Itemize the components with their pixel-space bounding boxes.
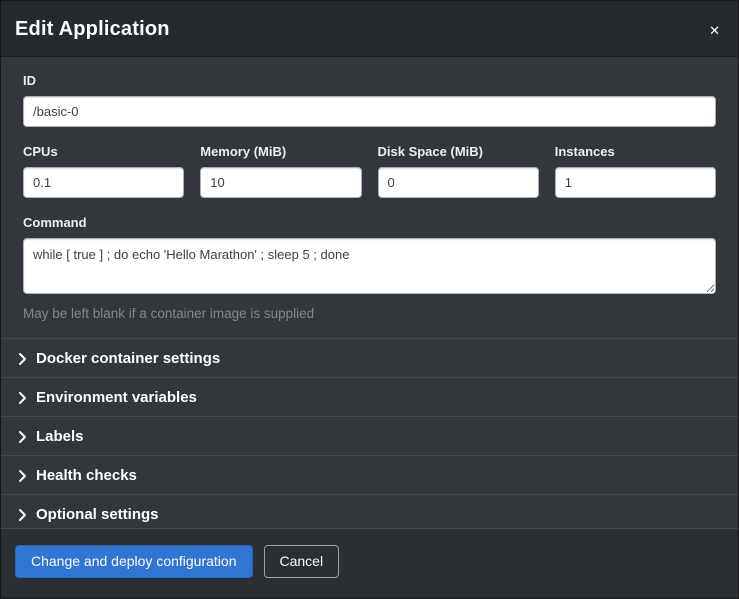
section-label: Labels [36,428,84,445]
application-form: ID CPUs Memory (MiB) Disk Space (MiB) [1,57,738,325]
id-label: ID [23,73,716,88]
command-textarea[interactable]: while [ true ] ; do echo 'Hello Marathon… [23,238,716,294]
chevron-right-icon [18,430,27,444]
section-docker-container-settings[interactable]: Docker container settings [1,338,738,377]
id-field-group: ID [23,73,716,127]
command-label: Command [23,215,716,230]
collapsible-sections: Docker container settings Environment va… [1,338,738,528]
section-label: Docker container settings [36,350,220,367]
chevron-right-icon [18,352,27,366]
section-health-checks[interactable]: Health checks [1,455,738,494]
resources-row: CPUs Memory (MiB) Disk Space (MiB) Insta… [23,144,716,198]
disk-space-input[interactable] [378,167,539,198]
chevron-right-icon [18,391,27,405]
instances-label: Instances [555,144,716,159]
edit-application-modal: Edit Application ✕ ID CPUs Memory (MiB) [0,0,739,599]
chevron-right-icon [18,469,27,483]
modal-header: Edit Application ✕ [1,1,738,57]
section-optional-settings[interactable]: Optional settings [1,494,738,528]
section-label: Environment variables [36,389,197,406]
change-and-deploy-button[interactable]: Change and deploy configuration [15,545,253,578]
disk-space-field-group: Disk Space (MiB) [378,144,539,198]
cpus-field-group: CPUs [23,144,184,198]
close-icon[interactable]: ✕ [707,20,722,41]
cancel-button[interactable]: Cancel [264,545,340,578]
modal-footer: Change and deploy configuration Cancel [1,528,738,598]
section-label: Optional settings [36,506,159,523]
instances-field-group: Instances [555,144,716,198]
chevron-right-icon [18,508,27,522]
memory-input[interactable] [200,167,361,198]
id-input[interactable] [23,96,716,127]
section-labels[interactable]: Labels [1,416,738,455]
section-label: Health checks [36,467,137,484]
page-title: Edit Application [15,18,170,41]
instances-input[interactable] [555,167,716,198]
section-environment-variables[interactable]: Environment variables [1,377,738,416]
cpus-input[interactable] [23,167,184,198]
memory-field-group: Memory (MiB) [200,144,361,198]
cpus-label: CPUs [23,144,184,159]
command-field-group: Command while [ true ] ; do echo 'Hello … [23,215,716,321]
memory-label: Memory (MiB) [200,144,361,159]
modal-body: ID CPUs Memory (MiB) Disk Space (MiB) [1,57,738,528]
command-help-text: May be left blank if a container image i… [23,306,716,321]
disk-space-label: Disk Space (MiB) [378,144,539,159]
